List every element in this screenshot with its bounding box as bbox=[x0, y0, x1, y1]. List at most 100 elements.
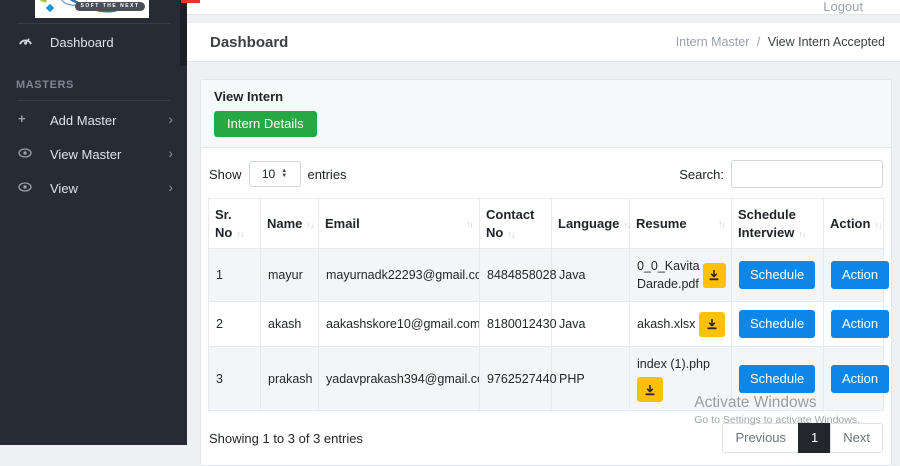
sidebar-item-label: View bbox=[50, 181, 78, 196]
dashboard-gauge-icon bbox=[18, 34, 34, 49]
notification-red-mark bbox=[181, 0, 200, 3]
resume-filename: 0_0_Kavita Darade.pdf bbox=[637, 257, 700, 293]
download-icon bbox=[706, 318, 718, 330]
action-button[interactable]: Action bbox=[831, 261, 889, 289]
cell-resume: akash.xlsx bbox=[630, 302, 732, 347]
cell-action: Action bbox=[824, 347, 884, 411]
table-row: 3 prakash yadavprakash394@gmail.com 9762… bbox=[209, 347, 884, 411]
search-input[interactable] bbox=[731, 160, 883, 188]
cell-sr: 3 bbox=[209, 347, 261, 411]
pagination: Previous 1 Next bbox=[722, 423, 883, 453]
cell-sr: 1 bbox=[209, 249, 261, 302]
sidebar-item-dashboard[interactable]: Dashboard bbox=[0, 33, 187, 53]
cell-action: Action bbox=[824, 302, 884, 347]
table-header-row: Sr. No↑↓ Name↑↓ Email↑↓ Contact No↑↓ Lan… bbox=[209, 199, 884, 249]
cell-contact: 8484858028 bbox=[480, 249, 552, 302]
download-icon bbox=[708, 269, 720, 281]
chevron-right-icon: › bbox=[168, 179, 173, 195]
card-header: View Intern Intern Details bbox=[201, 80, 891, 148]
sort-icon: ↑↓ bbox=[236, 229, 243, 239]
cell-schedule: Schedule bbox=[732, 347, 824, 411]
sidebar-divider bbox=[17, 100, 170, 101]
previous-page-button[interactable]: Previous bbox=[722, 423, 799, 453]
sidebar-item-label: Add Master bbox=[50, 113, 116, 128]
download-resume-button[interactable] bbox=[637, 377, 663, 402]
col-header-resume[interactable]: Resume↑↓ bbox=[630, 199, 732, 249]
table-row: 2 akash aakashskore10@gmail.com 81800124… bbox=[209, 302, 884, 347]
cell-action: Action bbox=[824, 249, 884, 302]
cell-sr: 2 bbox=[209, 302, 261, 347]
app-logo[interactable]: SOFT THE NEXT bbox=[35, 0, 149, 18]
cell-contact: 9762527440 bbox=[480, 347, 552, 411]
search-control: Search: bbox=[679, 160, 883, 188]
sort-icon: ↑↓ bbox=[466, 218, 473, 230]
page-length-control: Show 10 ▲▼ entries bbox=[209, 161, 347, 187]
cell-email: yadavprakash394@gmail.com bbox=[319, 347, 480, 411]
cell-resume: 0_0_Kavita Darade.pdf bbox=[630, 249, 732, 302]
select-arrows-icon: ▲▼ bbox=[281, 169, 287, 179]
cell-name: prakash bbox=[261, 347, 319, 411]
download-resume-button[interactable] bbox=[703, 263, 726, 288]
logo-tagline: SOFT THE NEXT bbox=[75, 2, 145, 11]
search-label: Search: bbox=[679, 167, 724, 182]
page-title: Dashboard bbox=[210, 34, 288, 51]
next-page-button[interactable]: Next bbox=[830, 423, 883, 453]
plus-icon: + bbox=[18, 111, 34, 126]
breadcrumb-parent[interactable]: Intern Master bbox=[676, 35, 750, 49]
sidebar-item-view[interactable]: View › bbox=[0, 179, 187, 199]
sort-icon: ↑↓ bbox=[306, 220, 313, 230]
col-header-action[interactable]: Action↑↓ bbox=[824, 199, 884, 249]
breadcrumb-current: View Intern Accepted bbox=[768, 35, 885, 49]
current-page-button[interactable]: 1 bbox=[798, 423, 831, 453]
table-row: 1 mayur mayurnadk22293@gmail.com 8484858… bbox=[209, 249, 884, 302]
sidebar-section-masters: MASTERS bbox=[16, 79, 74, 91]
schedule-button[interactable]: Schedule bbox=[739, 310, 815, 338]
sort-icon: ↑↓ bbox=[874, 220, 881, 230]
cell-language: PHP bbox=[552, 347, 630, 411]
sidebar-item-add-master[interactable]: + Add Master › bbox=[0, 111, 187, 131]
col-header-name[interactable]: Name↑↓ bbox=[261, 199, 319, 249]
chevron-right-icon: › bbox=[168, 111, 173, 127]
sidebar-item-label: Dashboard bbox=[50, 35, 114, 50]
card-title: View Intern bbox=[214, 89, 878, 104]
page-length-value: 10 bbox=[262, 167, 275, 181]
view-intern-card: View Intern Intern Details Show 10 ▲▼ en… bbox=[200, 79, 892, 466]
action-button[interactable]: Action bbox=[831, 365, 889, 393]
sidebar-item-view-master[interactable]: View Master › bbox=[0, 145, 187, 165]
cell-language: Java bbox=[552, 302, 630, 347]
schedule-button[interactable]: Schedule bbox=[739, 261, 815, 289]
sort-icon: ↑↓ bbox=[798, 229, 805, 239]
action-button[interactable]: Action bbox=[831, 310, 889, 338]
col-header-schedule[interactable]: Schedule Interview↑↓ bbox=[732, 199, 824, 249]
cell-schedule: Schedule bbox=[732, 249, 824, 302]
sidebar: SOFT THE NEXT Dashboard MASTERS + Add Ma… bbox=[0, 0, 187, 445]
logout-link[interactable]: Logout bbox=[823, 0, 863, 14]
entries-label: entries bbox=[308, 167, 347, 182]
page-length-select[interactable]: 10 ▲▼ bbox=[249, 161, 301, 187]
download-resume-button[interactable] bbox=[699, 312, 725, 337]
resume-filename: index (1).php bbox=[637, 355, 726, 373]
breadcrumb: Intern Master / View Intern Accepted bbox=[676, 35, 885, 49]
show-label: Show bbox=[209, 167, 242, 182]
col-header-language[interactable]: Language↑↓ bbox=[552, 199, 630, 249]
download-icon bbox=[644, 384, 656, 396]
resume-filename: akash.xlsx bbox=[637, 317, 695, 331]
sort-icon: ↑↓ bbox=[623, 220, 630, 230]
cell-contact: 8180012430 bbox=[480, 302, 552, 347]
sort-icon: ↑↓ bbox=[507, 229, 514, 239]
col-header-contact[interactable]: Contact No↑↓ bbox=[480, 199, 552, 249]
table-controls: Show 10 ▲▼ entries Search: bbox=[209, 160, 883, 188]
page-header: Dashboard Intern Master / View Intern Ac… bbox=[187, 22, 900, 62]
cell-email: mayurnadk22293@gmail.com bbox=[319, 249, 480, 302]
eye-icon bbox=[18, 180, 34, 195]
main-area: Logout Dashboard Intern Master / View In… bbox=[187, 0, 900, 445]
col-header-sr-no[interactable]: Sr. No↑↓ bbox=[209, 199, 261, 249]
intern-details-button[interactable]: Intern Details bbox=[214, 111, 317, 137]
sort-icon: ↑↓ bbox=[718, 218, 725, 230]
sidebar-item-label: View Master bbox=[50, 147, 121, 162]
chevron-right-icon: › bbox=[168, 145, 173, 161]
cell-language: Java bbox=[552, 249, 630, 302]
schedule-button[interactable]: Schedule bbox=[739, 365, 815, 393]
col-header-email[interactable]: Email↑↓ bbox=[319, 199, 480, 249]
cell-schedule: Schedule bbox=[732, 302, 824, 347]
